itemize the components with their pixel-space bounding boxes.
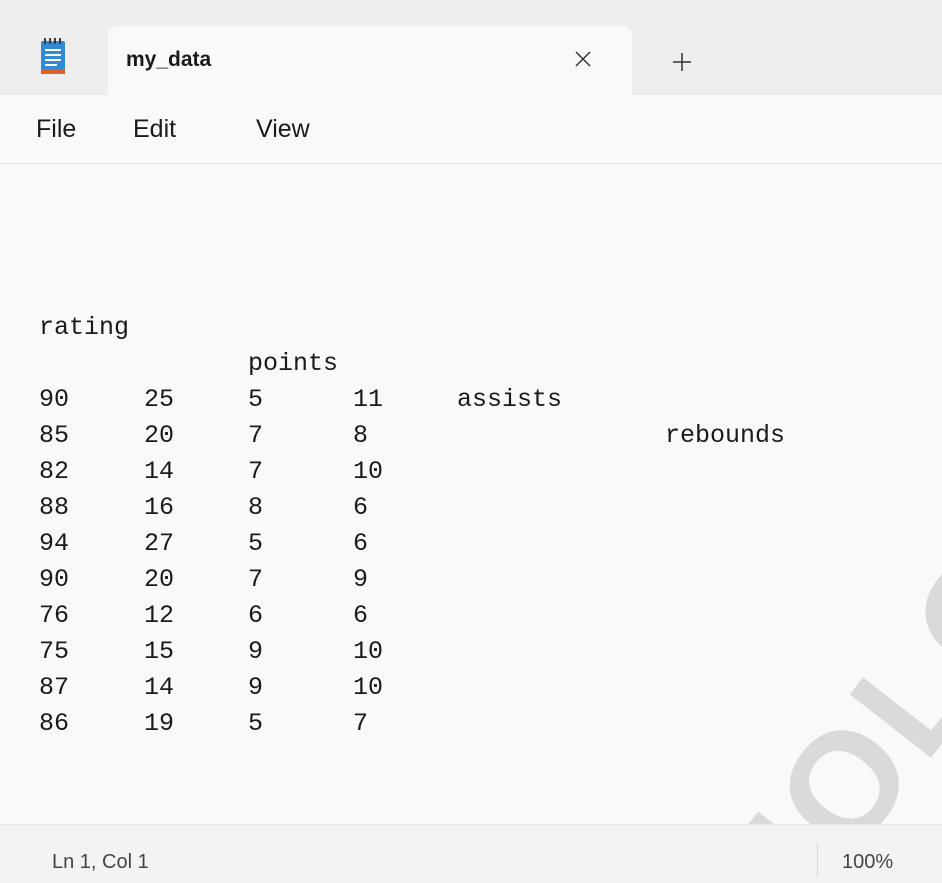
header-points: points <box>248 349 339 378</box>
data-cell: 5 <box>248 529 264 558</box>
data-cell: 15 <box>144 637 175 666</box>
data-cell: 7 <box>248 421 264 450</box>
data-cell: 6 <box>353 493 369 522</box>
data-cell: 90 <box>39 385 70 414</box>
data-cell: 85 <box>39 421 70 450</box>
data-line: 90 25 5 11 <box>39 382 383 418</box>
header-rebounds: rebounds <box>665 421 786 450</box>
data-cell: 20 <box>144 421 175 450</box>
status-bar: Ln 1, Col 1 100% <box>0 824 942 883</box>
data-line: 90 20 7 9 <box>39 562 368 598</box>
data-cell: 7 <box>248 565 264 594</box>
data-cell: 94 <box>39 529 70 558</box>
data-cell: 88 <box>39 493 70 522</box>
data-cell: 82 <box>39 457 70 486</box>
data-cell: 87 <box>39 673 70 702</box>
data-line: 88 16 8 6 <box>39 490 368 526</box>
data-line: 86 19 5 7 <box>39 706 368 742</box>
data-line: 82 14 7 10 <box>39 454 383 490</box>
data-cell: 12 <box>144 601 175 630</box>
data-cell: 10 <box>353 457 384 486</box>
title-bar: my_data <box>0 0 942 95</box>
data-cell: 86 <box>39 709 70 738</box>
document-text: rating points assists rebounds 90 25 5 11 85… <box>39 202 785 814</box>
data-line: 94 27 5 6 <box>39 526 368 562</box>
data-rows: 90 25 5 11 85 20 7 8 82 14 7 10 88 16 8 6 94 27 5 6 90 20 7 9 76… <box>39 382 383 742</box>
data-cell: 9 <box>353 565 369 594</box>
data-cell: 14 <box>144 673 175 702</box>
header-assists: assists <box>457 385 563 414</box>
menu-edit[interactable]: Edit <box>133 115 176 144</box>
data-cell: 19 <box>144 709 175 738</box>
data-cell: 75 <box>39 637 70 666</box>
data-cell: 7 <box>248 457 264 486</box>
data-line: 76 12 6 6 <box>39 598 368 634</box>
data-cell: 6 <box>353 529 369 558</box>
data-cell: 14 <box>144 457 175 486</box>
notepad-icon <box>40 38 66 76</box>
data-line: 87 14 9 10 <box>39 670 383 706</box>
tab-my-data[interactable]: my_data <box>108 26 632 95</box>
data-cell: 5 <box>248 709 264 738</box>
header-line: rating points assists rebounds <box>39 274 785 450</box>
data-line: 85 20 7 8 <box>39 418 368 454</box>
data-cell: 7 <box>353 709 369 738</box>
header-rating: rating <box>39 313 130 342</box>
data-cell: 76 <box>39 601 70 630</box>
close-icon[interactable] <box>568 44 598 74</box>
status-divider <box>817 843 818 877</box>
menu-file[interactable]: File <box>36 115 76 144</box>
data-cell: 20 <box>144 565 175 594</box>
plus-icon[interactable] <box>664 44 700 80</box>
cursor-position: Ln 1, Col 1 <box>52 851 149 873</box>
menu-view[interactable]: View <box>256 115 310 144</box>
text-editor[interactable]: rating points assists rebounds 90 25 5 11 85… <box>0 164 942 824</box>
notepad-window: my_data File Edit View rating points ass… <box>0 0 942 883</box>
data-cell: 25 <box>144 385 175 414</box>
tab-title: my_data <box>126 48 212 71</box>
data-cell: 9 <box>248 673 264 702</box>
data-cell: 16 <box>144 493 175 522</box>
data-cell: 10 <box>353 637 384 666</box>
data-cell: 6 <box>353 601 369 630</box>
data-cell: 8 <box>353 421 369 450</box>
data-cell: 5 <box>248 385 264 414</box>
data-cell: 6 <box>248 601 264 630</box>
data-cell: 11 <box>353 385 384 414</box>
data-cell: 27 <box>144 529 175 558</box>
data-line: 75 15 9 10 <box>39 634 383 670</box>
menu-bar: File Edit View <box>0 95 942 164</box>
data-cell: 8 <box>248 493 264 522</box>
zoom-level[interactable]: 100% <box>842 851 893 874</box>
data-cell: 9 <box>248 637 264 666</box>
data-cell: 90 <box>39 565 70 594</box>
data-cell: 10 <box>353 673 384 702</box>
